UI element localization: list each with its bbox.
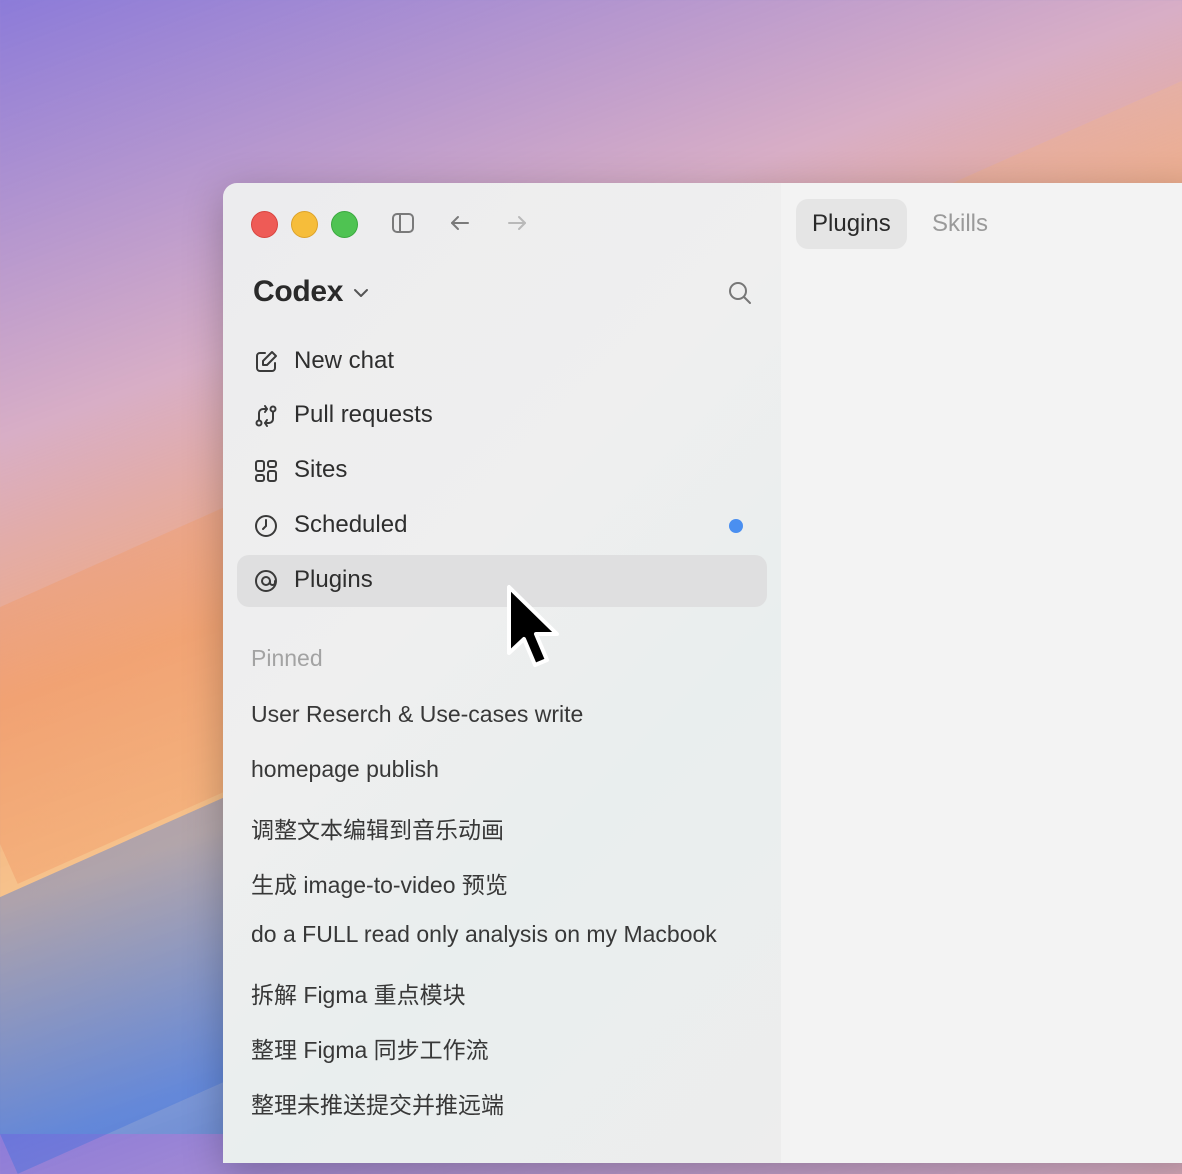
app-window: Codex New chat Pull requests Sites Sched… bbox=[223, 183, 1182, 1163]
git-pull-request-icon bbox=[253, 403, 279, 429]
app-title[interactable]: Codex bbox=[253, 275, 343, 309]
nav-label: Pull requests bbox=[294, 401, 433, 428]
chevron-down-icon[interactable] bbox=[351, 283, 371, 303]
plugin-icon bbox=[253, 568, 279, 594]
nav-item-sites[interactable]: Sites bbox=[237, 445, 767, 497]
pinned-item[interactable]: do a FULL read only analysis on my Macbo… bbox=[251, 921, 756, 948]
grid-icon bbox=[253, 458, 279, 484]
nav-label: Sites bbox=[294, 456, 348, 483]
nav-label: Scheduled bbox=[294, 511, 408, 538]
mouse-cursor bbox=[503, 583, 565, 679]
close-window-button[interactable] bbox=[251, 211, 278, 238]
nav-label: Plugins bbox=[294, 566, 373, 593]
main-content: Plugins Skills bbox=[781, 183, 1182, 1163]
pinned-item[interactable]: 整理未推送提交并推远端 bbox=[251, 1086, 756, 1120]
pinned-item[interactable]: 调整文本编辑到音乐动画 bbox=[251, 811, 756, 845]
nav-item-pull-requests[interactable]: Pull requests bbox=[237, 390, 767, 442]
nav-item-plugins[interactable]: Plugins bbox=[237, 555, 767, 607]
tab-skills[interactable]: Skills bbox=[916, 199, 1004, 249]
pinned-item[interactable]: User Reserch & Use-cases write bbox=[251, 701, 756, 728]
maximize-window-button[interactable] bbox=[331, 211, 358, 238]
back-arrow-icon[interactable] bbox=[446, 209, 474, 237]
pinned-item[interactable]: 生成 image-to-video 预览 bbox=[251, 866, 756, 900]
pinned-item[interactable]: 拆解 Figma 重点模块 bbox=[251, 976, 756, 1010]
compose-icon bbox=[253, 349, 279, 375]
tab-plugins[interactable]: Plugins bbox=[796, 199, 907, 249]
sidebar-toggle-icon[interactable] bbox=[389, 209, 417, 237]
forward-arrow-icon[interactable] bbox=[503, 209, 531, 237]
nav-item-new-chat[interactable]: New chat bbox=[237, 336, 767, 388]
minimize-window-button[interactable] bbox=[291, 211, 318, 238]
clock-icon bbox=[253, 513, 279, 539]
search-icon[interactable] bbox=[726, 279, 754, 307]
pinned-item[interactable]: 整理 Figma 同步工作流 bbox=[251, 1031, 756, 1065]
nav-item-scheduled[interactable]: Scheduled bbox=[237, 500, 767, 552]
pinned-section-title: Pinned bbox=[251, 645, 323, 671]
pinned-item[interactable]: homepage publish bbox=[251, 756, 756, 783]
unread-dot bbox=[729, 519, 743, 533]
nav-label: New chat bbox=[294, 347, 395, 374]
